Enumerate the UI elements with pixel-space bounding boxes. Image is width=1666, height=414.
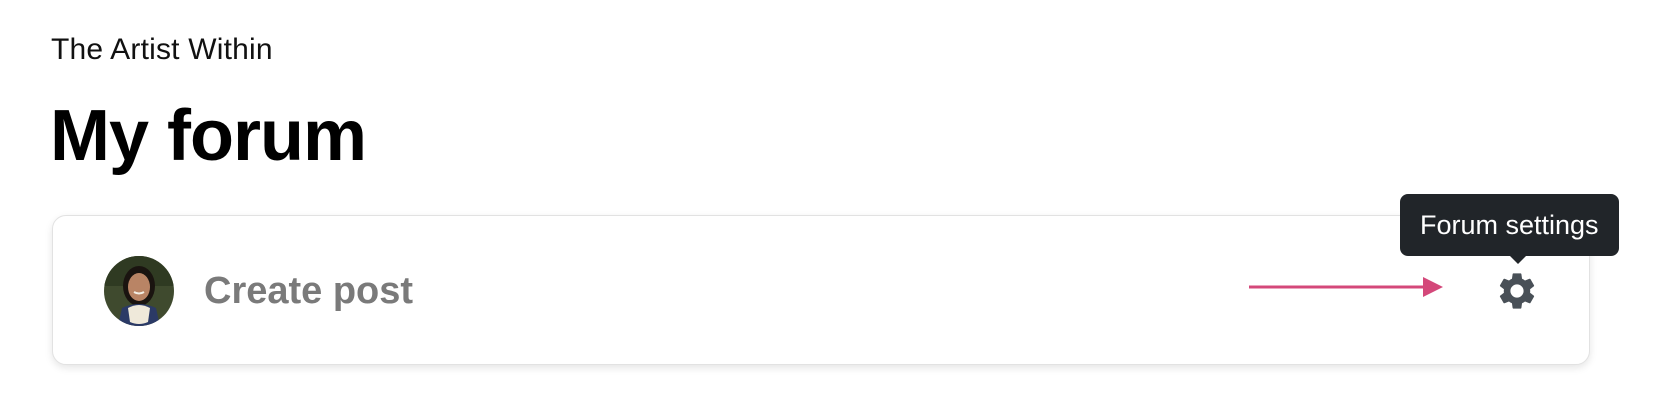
course-name: The Artist Within (51, 33, 273, 66)
page-title: My forum (50, 96, 367, 176)
forum-settings-tooltip: Forum settings (1400, 194, 1619, 256)
create-post-card: Create post (52, 215, 1590, 365)
tooltip-arrow (1510, 256, 1526, 264)
gear-icon[interactable] (1495, 269, 1539, 313)
avatar[interactable] (104, 256, 174, 326)
annotation-arrow (1249, 277, 1443, 297)
page: The Artist Within My forum Create post F… (0, 0, 1666, 414)
create-post-button[interactable]: Create post (204, 268, 413, 314)
